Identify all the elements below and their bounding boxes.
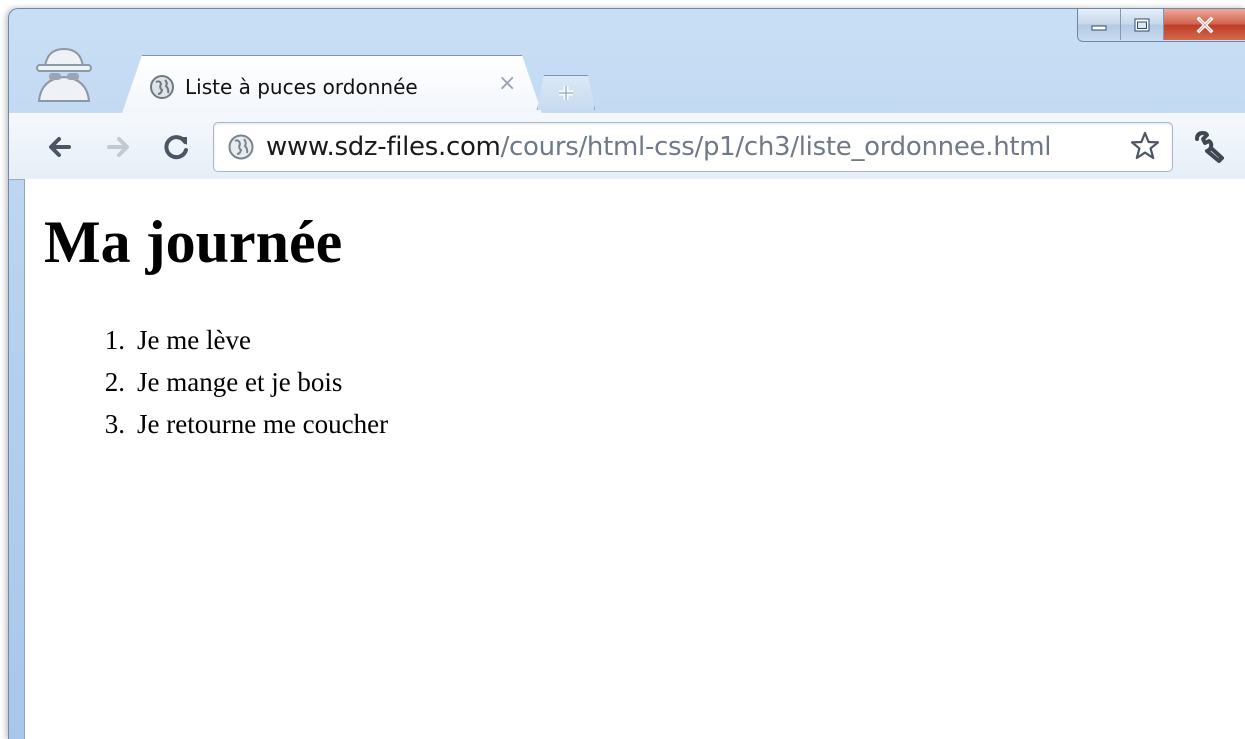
list-text: Je mange et je bois [137, 367, 343, 397]
minimize-button[interactable] [1078, 9, 1121, 40]
close-icon [1196, 16, 1214, 33]
browser-window: Liste à puces ordonnée × www.sdz-files.c… [8, 8, 1245, 739]
new-tab-button[interactable] [537, 75, 595, 110]
close-button[interactable] [1164, 9, 1245, 40]
list-item: 2. Je mange et je bois [69, 361, 388, 403]
url-text[interactable]: www.sdz-files.com/cours/html-css/p1/ch3/… [266, 131, 1052, 163]
list-number: 1. [104, 325, 125, 355]
back-arrow-icon [49, 137, 71, 157]
tab-label-group: Liste à puces ordonnée [149, 67, 418, 107]
tab-close-button[interactable]: × [498, 73, 516, 95]
maximize-icon [1134, 18, 1150, 31]
tab-title: Liste à puces ordonnée [185, 75, 418, 99]
list-item: 3. Je retourne me coucher [69, 403, 388, 445]
url-host: www.sdz-files.com [266, 132, 501, 162]
page-globe-icon [228, 134, 254, 160]
window-controls [1077, 9, 1245, 42]
list-number: 2. [104, 367, 125, 397]
page-content: Ma journée 1. Je me lève 2. Je mange et je… [24, 179, 1245, 739]
wrench-icon[interactable] [1191, 130, 1225, 164]
back-button[interactable] [41, 129, 77, 165]
reload-icon [164, 135, 188, 160]
reload-button[interactable] [159, 129, 195, 165]
plus-icon [559, 86, 573, 100]
forward-arrow-icon [107, 137, 129, 157]
incognito-icon [31, 43, 97, 103]
list-text: Je me lève [137, 325, 251, 355]
star-icon[interactable] [1129, 130, 1161, 162]
list-text: Je retourne me coucher [137, 409, 389, 439]
list-item: 1. Je me lève [69, 319, 388, 361]
list-number: 3. [104, 409, 125, 439]
url-path: /cours/html-css/p1/ch3/liste_ordonnee.ht… [500, 132, 1052, 162]
forward-button[interactable] [101, 129, 137, 165]
page-title: Ma journée [44, 209, 343, 275]
maximize-button[interactable] [1121, 9, 1164, 40]
ordered-list: 1. Je me lève 2. Je mange et je bois 3. Je … [69, 319, 388, 445]
minimize-icon [1091, 25, 1107, 30]
globe-icon [150, 75, 174, 99]
